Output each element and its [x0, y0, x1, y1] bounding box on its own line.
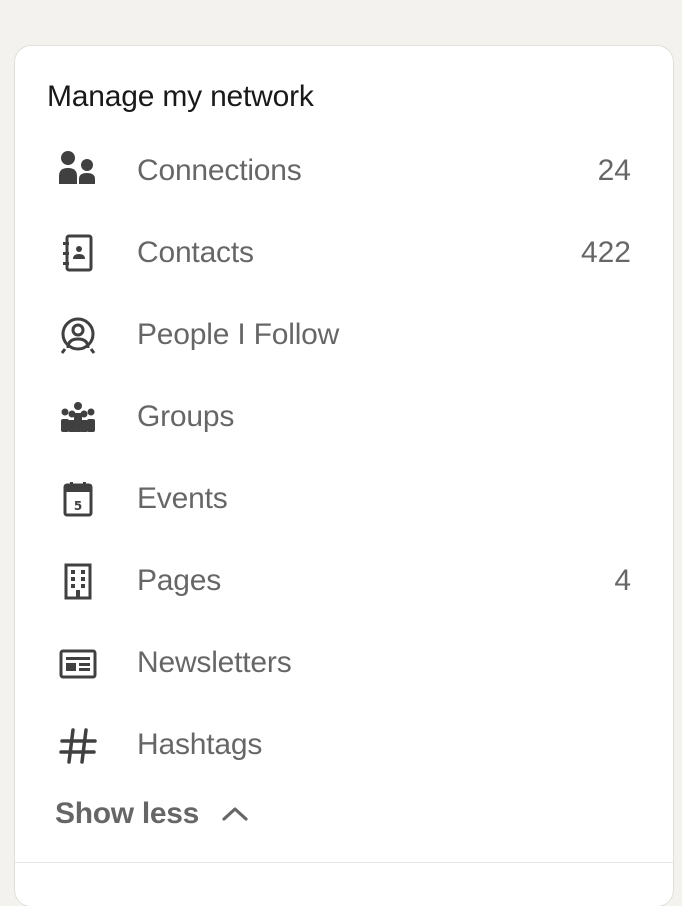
- nav-label-events: Events: [137, 482, 228, 515]
- nav-item-events[interactable]: 5 Events: [15, 457, 673, 539]
- calendar-icon: 5: [54, 476, 102, 524]
- network-nav-list: Connections 24 Contacts 422 People I Fol…: [15, 129, 673, 785]
- nav-label-pages: Pages: [137, 564, 222, 597]
- chevron-up-icon: [219, 798, 251, 830]
- contacts-icon: [54, 230, 102, 278]
- groups-icon: [54, 394, 102, 442]
- nav-item-people-i-follow[interactable]: People I Follow: [15, 293, 673, 375]
- newsletter-icon: [54, 640, 102, 688]
- people-follow-icon: [54, 312, 102, 360]
- card-divider: [15, 862, 673, 863]
- nav-label-newsletters: Newsletters: [137, 646, 292, 679]
- nav-item-newsletters[interactable]: Newsletters: [15, 621, 673, 703]
- nav-item-contacts[interactable]: Contacts 422: [15, 211, 673, 293]
- calendar-day-number: 5: [74, 499, 82, 513]
- nav-item-hashtags[interactable]: Hashtags: [15, 703, 673, 785]
- show-less-button[interactable]: Show less: [55, 792, 251, 836]
- show-less-label: Show less: [55, 797, 200, 830]
- nav-label-connections: Connections: [137, 154, 302, 187]
- network-card: Manage my network Connections 24 Contact…: [15, 46, 673, 906]
- nav-item-connections[interactable]: Connections 24: [15, 129, 673, 211]
- nav-count-pages: 4: [614, 564, 631, 597]
- nav-item-pages[interactable]: Pages 4: [15, 539, 673, 621]
- nav-item-groups[interactable]: Groups: [15, 375, 673, 457]
- hashtag-icon: [54, 722, 102, 770]
- nav-count-connections: 24: [597, 154, 631, 187]
- nav-label-groups: Groups: [137, 400, 235, 433]
- nav-label-people-i-follow: People I Follow: [137, 318, 340, 351]
- nav-label-contacts: Contacts: [137, 236, 254, 269]
- nav-label-hashtags: Hashtags: [137, 728, 263, 761]
- building-icon: [54, 558, 102, 606]
- card-title: Manage my network: [47, 80, 314, 113]
- nav-count-contacts: 422: [580, 236, 631, 269]
- connections-icon: [54, 148, 102, 196]
